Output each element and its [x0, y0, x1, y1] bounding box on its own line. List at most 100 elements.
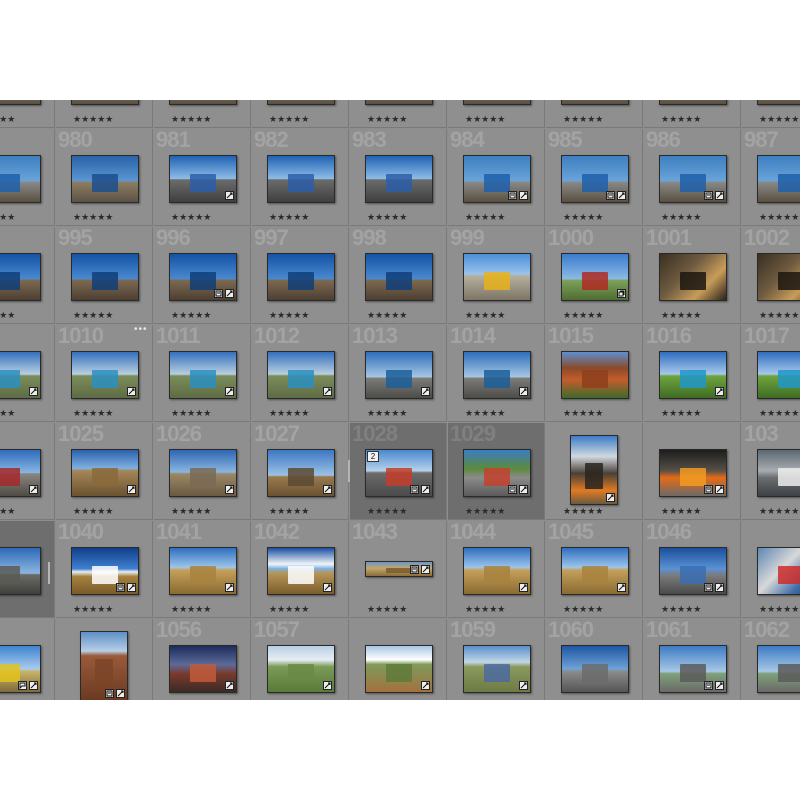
develop-badge-icon[interactable]	[519, 583, 528, 592]
star-rating[interactable]: ★★★★★	[0, 212, 15, 223]
grid-cell[interactable]: 1000 ★★★★★	[546, 227, 643, 324]
copy-badge-icon[interactable]	[617, 289, 626, 298]
develop-badge-icon[interactable]	[323, 485, 332, 494]
grid-cell[interactable]: 997 ★★★★★	[252, 227, 349, 324]
photo-thumbnail[interactable]	[757, 155, 800, 203]
photo-thumbnail[interactable]	[659, 155, 727, 203]
photo-thumbnail[interactable]	[0, 351, 41, 399]
star-rating[interactable]: ★★★★★	[171, 604, 211, 615]
develop-badge-icon[interactable]	[127, 583, 136, 592]
photo-thumbnail[interactable]	[561, 253, 629, 301]
grid-cell[interactable]: 1025 ★★★★★	[56, 423, 153, 520]
photo-thumbnail[interactable]	[71, 155, 139, 203]
photo-thumbnail[interactable]	[267, 547, 335, 595]
star-rating[interactable]: ★★★★★	[367, 310, 407, 321]
photo-thumbnail[interactable]	[463, 253, 531, 301]
grid-cell[interactable]: 1026 ★★★★★	[154, 423, 251, 520]
star-rating[interactable]: ★★★★★	[171, 114, 211, 125]
develop-badge-icon[interactable]	[225, 485, 234, 494]
develop-badge-icon[interactable]	[617, 583, 626, 592]
star-rating[interactable]: ★★★★★	[661, 408, 701, 419]
photo-thumbnail[interactable]	[267, 645, 335, 693]
star-rating[interactable]: ★★★★★	[269, 114, 309, 125]
photo-thumbnail[interactable]	[169, 155, 237, 203]
grid-cell[interactable]: 1012 ★★★★★	[252, 325, 349, 422]
grid-cell[interactable]: 1017 ★★★★★	[742, 325, 800, 422]
grid-cell[interactable]: 998 ★★★★★	[350, 227, 447, 324]
develop-badge-icon[interactable]	[225, 387, 234, 396]
grid-cell[interactable]: ★★★★★	[742, 100, 800, 128]
photo-thumbnail[interactable]	[561, 547, 629, 595]
photo-thumbnail[interactable]	[71, 253, 139, 301]
develop-badge-icon[interactable]	[29, 387, 38, 396]
grid-cell[interactable]: 1028 2 ★★★★★	[350, 423, 447, 520]
star-rating[interactable]: ★★★★★	[0, 310, 15, 321]
photo-thumbnail[interactable]	[659, 645, 727, 693]
star-rating[interactable]: ★★★★★	[0, 114, 15, 125]
star-rating[interactable]: ★★★★★	[759, 212, 799, 223]
grid-cell[interactable]: ★★★★★	[546, 423, 643, 520]
grid-cell[interactable]: 1040 ★★★★★	[56, 521, 153, 618]
photo-thumbnail[interactable]	[659, 547, 727, 595]
grid-cell[interactable]: 983 ★★★★★	[350, 129, 447, 226]
grid-cell[interactable]: 1056	[154, 619, 251, 700]
photo-thumbnail[interactable]	[169, 645, 237, 693]
photo-thumbnail[interactable]	[169, 351, 237, 399]
photo-thumbnail[interactable]	[365, 155, 433, 203]
star-rating[interactable]: ★★★★★	[0, 408, 15, 419]
photo-thumbnail[interactable]	[365, 253, 433, 301]
photo-thumbnail[interactable]	[659, 351, 727, 399]
photo-thumbnail[interactable]	[463, 449, 531, 497]
photo-thumbnail[interactable]	[169, 547, 237, 595]
star-rating[interactable]: ★★★★★	[269, 506, 309, 517]
photo-thumbnail[interactable]	[561, 351, 629, 399]
meta-badge-icon[interactable]	[116, 583, 125, 592]
more-options-icon[interactable]: •••	[134, 324, 148, 335]
photo-thumbnail[interactable]	[267, 155, 335, 203]
grid-cell[interactable]: 1029 ★★★★★	[448, 423, 545, 520]
star-rating[interactable]: ★★★★★	[563, 506, 603, 517]
photo-thumbnail[interactable]	[757, 645, 800, 693]
develop-badge-icon[interactable]	[127, 485, 136, 494]
star-rating[interactable]: ★★★★★	[0, 506, 15, 517]
photo-thumbnail[interactable]	[757, 547, 800, 595]
star-rating[interactable]: ★★★★★	[73, 310, 113, 321]
grid-cell[interactable]: ★★★★★	[154, 100, 251, 128]
grid-cell[interactable]: ★★★★★	[742, 521, 800, 618]
grid-cell[interactable]: 982 ★★★★★	[252, 129, 349, 226]
grid-cell[interactable]: 1061	[644, 619, 741, 700]
grid-cell[interactable]: 1027 ★★★★★	[252, 423, 349, 520]
star-rating[interactable]: ★★★★★	[269, 408, 309, 419]
photo-thumbnail[interactable]	[463, 155, 531, 203]
photo-thumbnail[interactable]	[659, 253, 727, 301]
photo-thumbnail[interactable]	[365, 351, 433, 399]
photo-thumbnail[interactable]	[463, 645, 531, 693]
photo-thumbnail[interactable]	[757, 449, 800, 497]
grid-cell[interactable]: 1016 ★★★★★	[644, 325, 741, 422]
develop-badge-icon[interactable]	[323, 583, 332, 592]
star-rating[interactable]: ★★★★★	[563, 212, 603, 223]
star-rating[interactable]: ★★★★★	[563, 310, 603, 321]
photo-thumbnail[interactable]	[0, 100, 41, 105]
grid-cell[interactable]: 995 ★★★★★	[56, 227, 153, 324]
grid-cell[interactable]: ★★★★★	[448, 100, 545, 128]
grid-cell[interactable]: 4★★★★★	[0, 227, 55, 324]
photo-thumbnail[interactable]	[561, 100, 629, 105]
grid-cell[interactable]: 1059	[448, 619, 545, 700]
develop-badge-icon[interactable]	[116, 689, 125, 698]
photo-thumbnail[interactable]	[0, 645, 41, 693]
develop-badge-icon[interactable]	[519, 681, 528, 690]
star-rating[interactable]: ★★★★★	[759, 310, 799, 321]
photo-thumbnail[interactable]	[463, 351, 531, 399]
grid-cell[interactable]: ★★★★★	[0, 100, 55, 128]
comment-badge-icon[interactable]	[18, 681, 27, 690]
grid-cell[interactable]: 1001 ★★★★★	[644, 227, 741, 324]
grid-cell[interactable]: 1041 ★★★★★	[154, 521, 251, 618]
grid-cell[interactable]: ★★★★★	[252, 100, 349, 128]
photo-thumbnail[interactable]	[0, 547, 41, 595]
develop-badge-icon[interactable]	[617, 191, 626, 200]
meta-badge-icon[interactable]	[704, 485, 713, 494]
star-rating[interactable]: ★★★★★	[367, 114, 407, 125]
star-rating[interactable]: ★★★★★	[759, 506, 799, 517]
develop-badge-icon[interactable]	[225, 583, 234, 592]
